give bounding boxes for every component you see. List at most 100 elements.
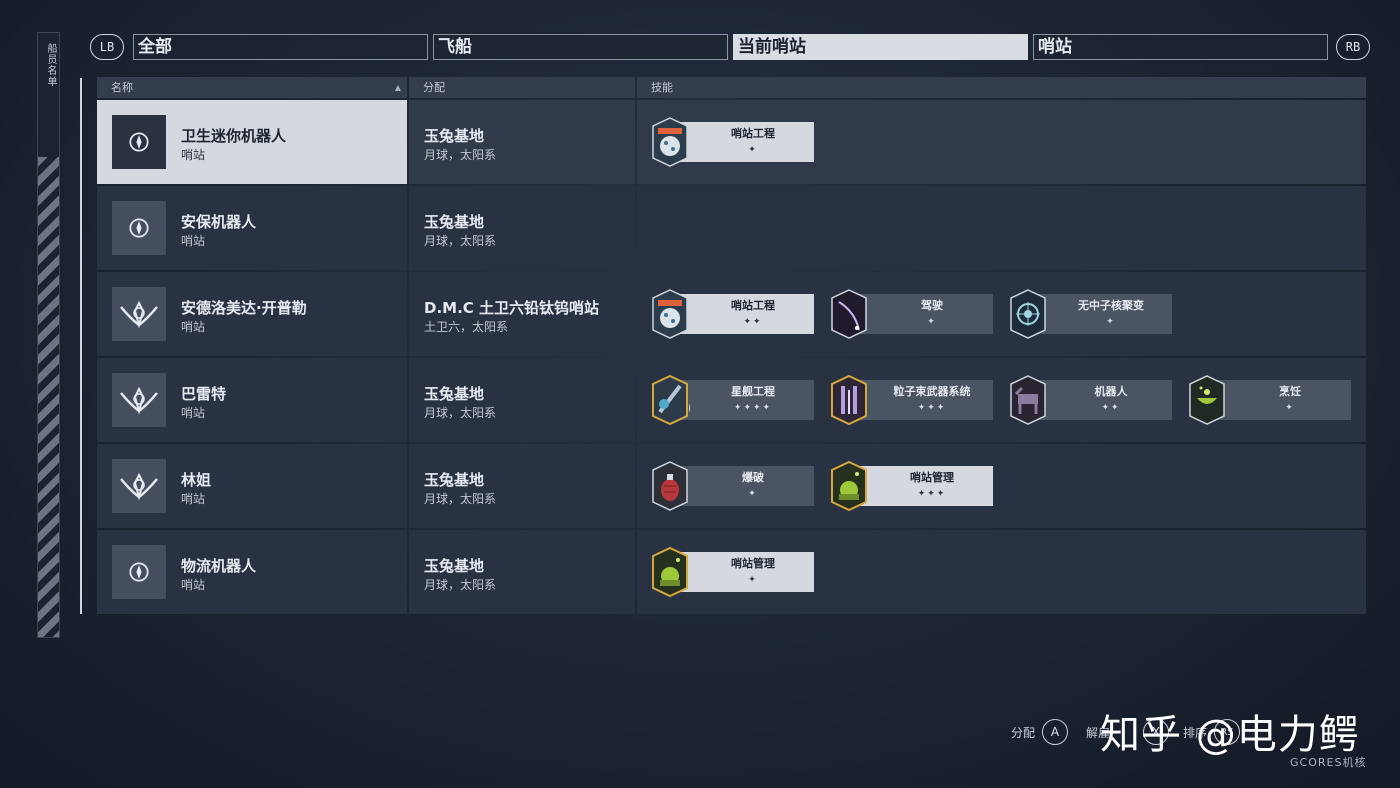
skill-badge[interactable]: 星舰工程 ✦✦✦✦: [650, 374, 816, 426]
skill-badge[interactable]: 哨站工程 ✦: [650, 117, 816, 167]
assignment-location: 玉兔基地: [424, 471, 485, 489]
crew-name-cell[interactable]: 物流机器人 哨站: [97, 530, 407, 614]
skill-rank: ✦✦✦: [917, 489, 947, 499]
assign-button[interactable]: A: [1042, 719, 1068, 745]
skill-plate: 哨站工程 ✦✦: [670, 294, 814, 334]
tab-current-outpost[interactable]: 当前哨站: [733, 34, 1028, 60]
piloting-icon: [829, 288, 869, 340]
crew-name: 物流机器人: [181, 557, 257, 575]
assignment-cell[interactable]: 玉兔基地月球，太阳系: [409, 530, 635, 614]
crew-name-cell[interactable]: 巴雷特 哨站: [97, 358, 407, 442]
skill-rank: ✦: [1285, 403, 1295, 413]
robot-compass-icon: [112, 201, 166, 255]
skill-badge[interactable]: 无中子核聚变 ✦: [1008, 289, 1174, 339]
demolitions-icon: [650, 460, 690, 512]
skill-name: 机器人: [1094, 385, 1128, 398]
particle-beam-icon: [829, 374, 869, 426]
skill-plate: 哨站工程 ✦: [670, 122, 814, 162]
constellation-wing-icon: [112, 373, 166, 427]
table-row[interactable]: 卫生迷你机器人 哨站 玉兔基地月球，太阳系 哨站工程 ✦: [97, 100, 1366, 184]
outpost-management-icon: [650, 546, 690, 598]
skill-plate: 哨站管理 ✦: [670, 552, 814, 592]
sort-arrow-icon: ▲: [394, 83, 401, 92]
assignment-system: 月球，太阳系: [424, 578, 497, 592]
list-scrollbar[interactable]: [80, 78, 82, 614]
assignment-cell[interactable]: 玉兔基地 月球，太阳系: [409, 186, 635, 270]
crew-name-cell[interactable]: 林姐 哨站: [97, 444, 407, 528]
starship-engineering-icon: [650, 374, 711, 426]
crew-name-cell[interactable]: 安德洛美达·开普勒 哨站: [97, 272, 407, 356]
skill-badge[interactable]: 粒子束武器系统 ✦✦✦: [829, 374, 995, 426]
gastronomy-icon: [1187, 374, 1227, 426]
assignment-cell[interactable]: 玉兔基地 月球，太阳系: [409, 444, 635, 528]
table-row[interactable]: 林姐 哨站 玉兔基地 月球，太阳系 爆破 ✦ 哨站管理 ✦✦✦: [97, 444, 1366, 528]
zhihu-watermark: 知乎 @电力鳄: [1100, 712, 1360, 758]
robot-compass-icon: [112, 115, 166, 169]
crew-name-cell[interactable]: 卫生迷你机器人 哨站: [97, 100, 407, 184]
skill-plate: 机器人 ✦✦: [1028, 380, 1172, 420]
assignment-system: 月球，太阳系: [424, 148, 497, 162]
skill-name: 驾驶: [921, 299, 943, 312]
column-header-skills[interactable]: 技能: [637, 77, 1366, 98]
skills-cell: 星舰工程 ✦✦✦✦ 粒子束武器系统 ✦✦✦ 机器人 ✦✦ 烹饪 ✦: [637, 358, 1366, 442]
assignment-cell[interactable]: 玉兔基地月球，太阳系: [409, 100, 635, 184]
robot-compass-icon: [112, 545, 166, 599]
skill-name: 无中子核聚变: [1078, 299, 1144, 312]
assignment-system: 月球，太阳系: [424, 234, 497, 248]
skill-rank: ✦: [927, 317, 937, 327]
skill-rank: ✦✦✦✦: [733, 403, 773, 413]
skill-rank: ✦: [748, 145, 758, 155]
assignment-location: 玉兔基地: [424, 557, 485, 575]
table-row[interactable]: 巴雷特 哨站 玉兔基地月球，太阳系 星舰工程 ✦✦✦✦ 粒子束武器系统 ✦✦✦ 机器人 ✦✦ 烹饪…: [97, 358, 1366, 442]
crew-name: 安保机器人: [181, 213, 257, 231]
crew-list-side-rail: 船员名单: [37, 32, 60, 638]
left-bumper-button[interactable]: LB: [90, 34, 124, 60]
outpost-engineering-icon: [650, 288, 690, 340]
skill-badge[interactable]: 机器人 ✦✦: [1008, 375, 1174, 425]
crew-role: 哨站: [181, 234, 206, 248]
table-row[interactable]: 物流机器人 哨站 玉兔基地 月球，太阳系 哨站管理 ✦: [97, 530, 1366, 614]
skill-badge[interactable]: 哨站工程 ✦✦: [650, 289, 816, 339]
tab-outposts[interactable]: 哨站: [1033, 34, 1328, 60]
assignment-location: 玉兔基地: [424, 385, 485, 403]
assignment-cell[interactable]: 玉兔基地月球，太阳系: [409, 358, 635, 442]
skills-cell: 哨站工程 ✦✦ 驾驶 ✦ 无中子核聚变 ✦: [637, 272, 1366, 356]
skill-name: 星舰工程: [731, 385, 775, 398]
crew-role: 哨站: [181, 578, 206, 592]
skill-name: 哨站工程: [731, 299, 775, 312]
column-header-name[interactable]: 名称 ▲: [97, 77, 407, 98]
robotics-icon: [1008, 374, 1048, 426]
tab-ship[interactable]: 飞船: [433, 34, 728, 60]
skills-cell: 爆破 ✦ 哨站管理 ✦✦✦: [637, 444, 1366, 528]
skill-name: 哨站管理: [731, 557, 775, 570]
hazard-stripes: [38, 157, 59, 637]
skills-cell: 哨站工程 ✦: [637, 100, 1366, 184]
table-row[interactable]: 安德洛美达·开普勒 哨站 D.M.C 土卫六铅钛钨哨站 土卫六，太阳系 哨站工程 ✦✦ 驾驶…: [97, 272, 1366, 356]
skill-badge[interactable]: 烹饪 ✦: [1187, 375, 1353, 425]
skill-plate: 哨站管理 ✦✦✦: [849, 466, 993, 506]
crew-name-cell[interactable]: 安保机器人 哨站: [97, 186, 407, 270]
assignment-cell[interactable]: D.M.C 土卫六铅钛钨哨站 土卫六，太阳系: [409, 272, 635, 356]
skill-badge[interactable]: 爆破 ✦: [650, 461, 816, 511]
outpost-management-icon: [829, 460, 869, 512]
side-rail-label: 船员名单: [45, 43, 56, 87]
skill-name: 爆破: [742, 471, 764, 484]
assignment-location: 玉兔基地: [424, 127, 485, 145]
skill-badge[interactable]: 哨站管理 ✦: [650, 546, 816, 598]
column-header-assignment[interactable]: 分配: [409, 77, 635, 98]
table-header: 名称 ▲ 分配 技能: [97, 77, 1366, 98]
skill-plate: 粒子束武器系统 ✦✦✦: [849, 380, 993, 420]
right-bumper-button[interactable]: RB: [1336, 34, 1370, 60]
crew-role: 哨站: [181, 492, 206, 506]
skill-rank: ✦✦: [1101, 403, 1121, 413]
table-row[interactable]: 安保机器人 哨站 玉兔基地 月球，太阳系: [97, 186, 1366, 270]
tab-all[interactable]: 全部: [133, 34, 428, 60]
skill-rank: ✦: [748, 575, 758, 585]
skill-badge[interactable]: 哨站管理 ✦✦✦: [829, 460, 995, 512]
skill-rank: ✦✦: [743, 317, 763, 327]
skill-badge[interactable]: 驾驶 ✦: [829, 289, 995, 339]
skill-name: 哨站工程: [731, 127, 775, 140]
skill-name: 烹饪: [1279, 385, 1301, 398]
crew-name: 卫生迷你机器人: [181, 127, 287, 145]
assignment-system: 月球，太阳系: [424, 406, 497, 420]
